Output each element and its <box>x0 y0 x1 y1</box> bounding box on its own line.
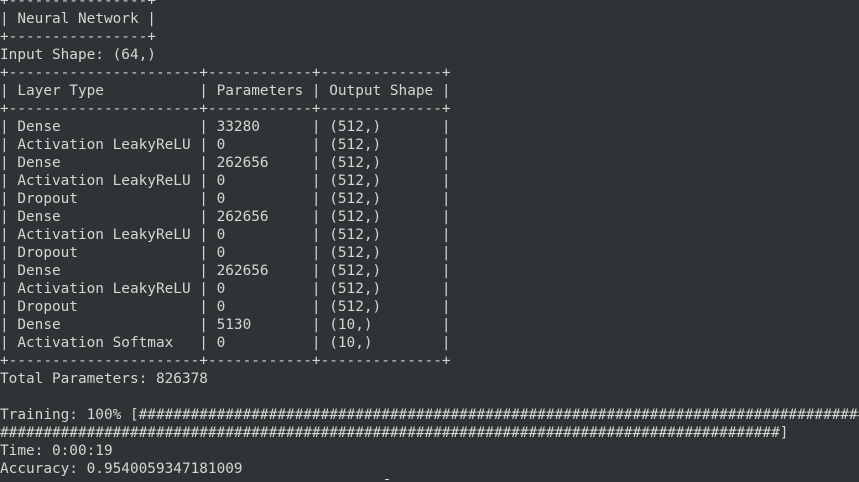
table-row: | Dense | 262656 | (512,) | <box>0 209 451 225</box>
table-row: | Dropout | 0 | (512,) | <box>0 191 451 207</box>
training-progress-line: Training: 100% [########################… <box>0 407 859 423</box>
table-row: | Dense | 33280 | (512,) | <box>0 119 451 135</box>
network-title-border-top: +----------------+ <box>0 0 156 9</box>
network-title-border-bottom: +----------------+ <box>0 29 156 45</box>
table-border-bottom: +----------------------+------------+---… <box>0 353 451 369</box>
input-shape-line: Input Shape: (64,) <box>0 47 156 63</box>
table-row: | Activation LeakyReLU | 0 | (512,) | <box>0 137 451 153</box>
table-row: | Dense | 5130 | (10,) | <box>0 317 451 333</box>
table-row: | Dropout | 0 | (512,) | <box>0 245 451 261</box>
text-cursor <box>385 479 389 480</box>
table-header-separator: +----------------------+------------+---… <box>0 101 451 117</box>
table-row: | Activation LeakyReLU | 0 | (512,) | <box>0 227 451 243</box>
network-title: | Neural Network | <box>0 11 156 27</box>
training-progress-line-wrapped: ########################################… <box>0 425 789 441</box>
table-row: | Dense | 262656 | (512,) | <box>0 263 451 279</box>
table-row: | Activation LeakyReLU | 0 | (512,) | <box>0 173 451 189</box>
table-row: | Activation LeakyReLU | 0 | (512,) | <box>0 281 451 297</box>
accuracy-line: Accuracy: 0.9540059347181009 <box>0 461 243 477</box>
table-row: | Activation Softmax | 0 | (10,) | <box>0 335 451 351</box>
table-row: | Dense | 262656 | (512,) | <box>0 155 451 171</box>
table-border-top: +----------------------+------------+---… <box>0 65 451 81</box>
terminal-output: +----------------+ | Neural Network | +-… <box>0 0 859 482</box>
total-parameters-line: Total Parameters: 826378 <box>0 371 208 387</box>
table-row: | Dropout | 0 | (512,) | <box>0 299 451 315</box>
time-line: Time: 0:00:19 <box>0 443 113 459</box>
table-header-row: | Layer Type | Parameters | Output Shape… <box>0 83 451 99</box>
